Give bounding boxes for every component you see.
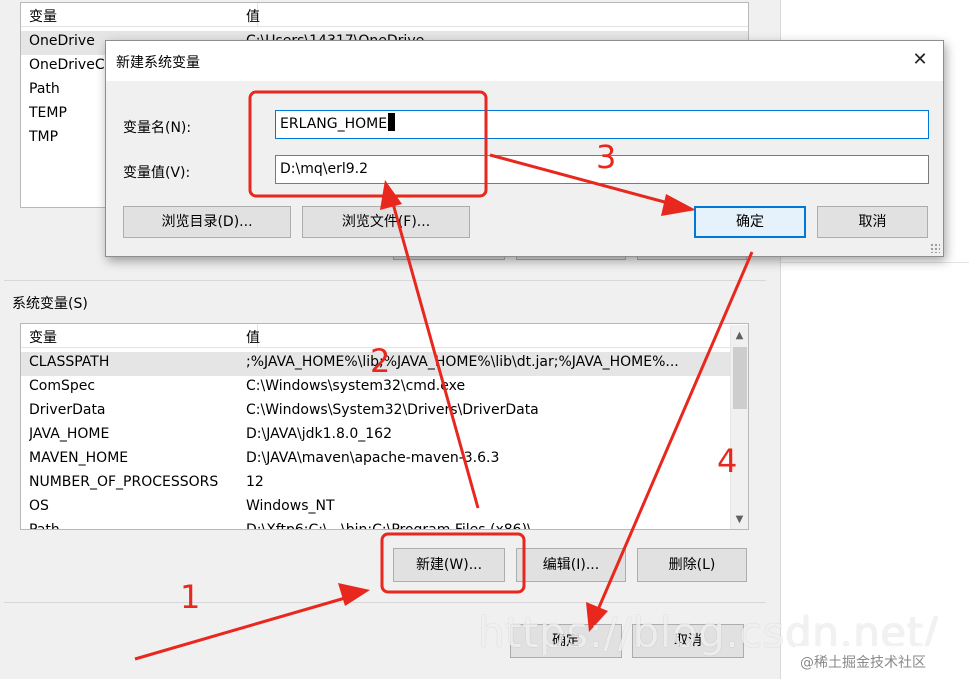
arrow-line-step4	[595, 251, 754, 613]
highlight-box-fields	[248, 90, 488, 198]
arrow-line-step1	[134, 594, 353, 661]
step-number-1: 1	[180, 578, 201, 616]
step-number-3: 3	[596, 138, 617, 176]
arrow-line-step2	[390, 199, 480, 509]
annotation-overlay	[134, 90, 754, 661]
arrow-line-step3	[489, 153, 673, 206]
watermark-badge: @稀土掘金技术社区	[800, 655, 926, 671]
arrow-head-step3	[661, 194, 696, 216]
highlight-box-new-button	[380, 532, 526, 594]
step-number-2: 2	[370, 342, 391, 380]
arrow-head-step1	[338, 583, 370, 606]
step-number-4: 4	[717, 442, 738, 480]
